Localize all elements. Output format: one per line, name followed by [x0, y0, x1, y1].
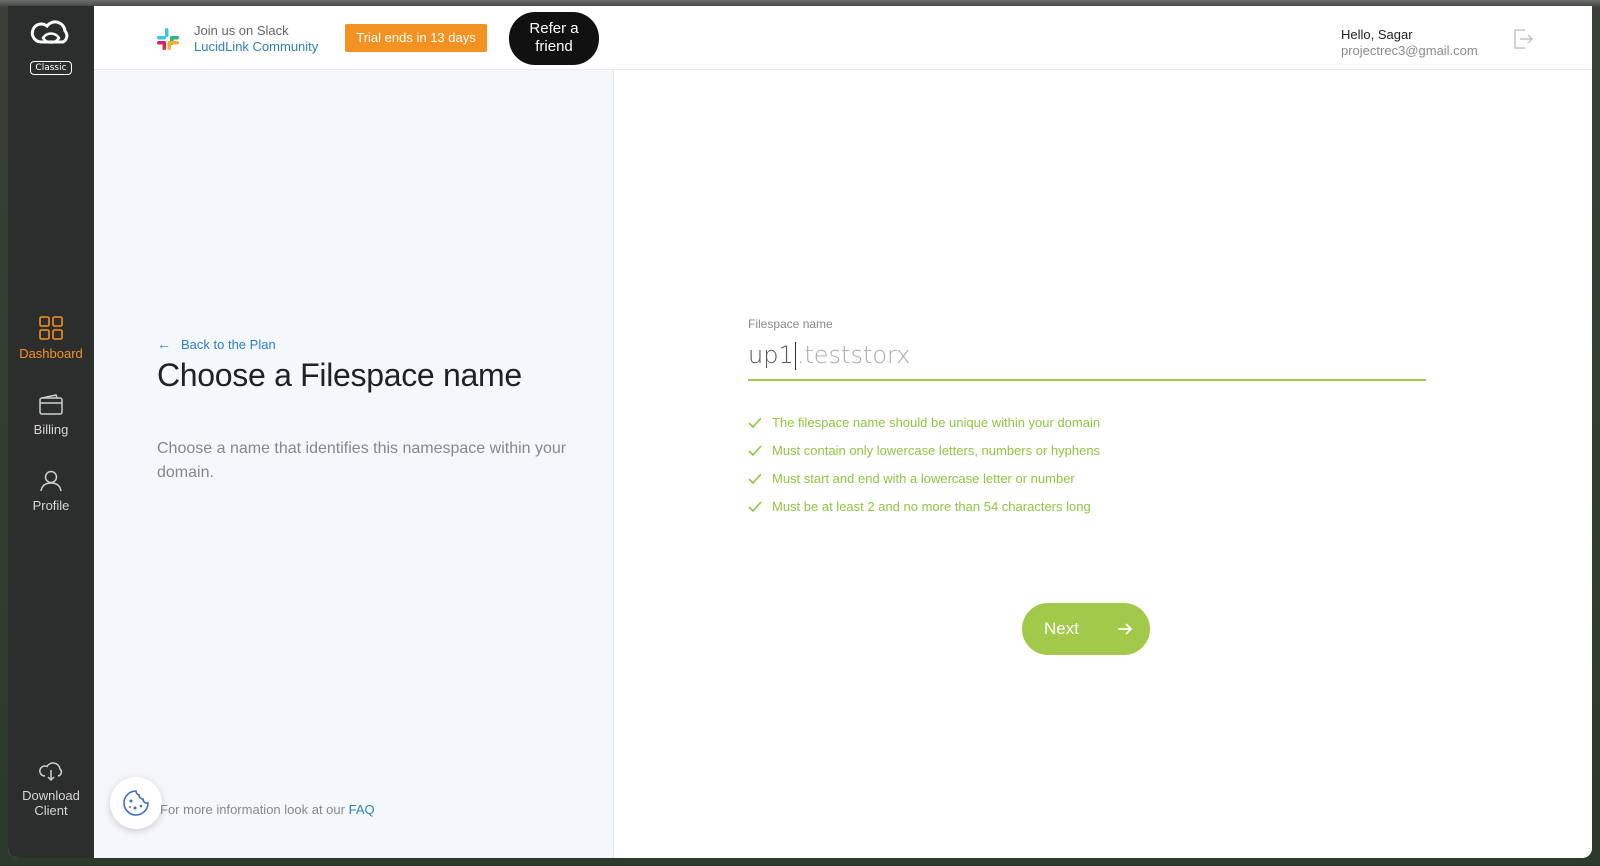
rule-text: Must start and end with a lowercase lett… [772, 471, 1075, 486]
download-label-line1: Download [22, 788, 80, 803]
back-to-plan-link[interactable]: ← Back to the Plan [157, 336, 276, 352]
sidebar-item-label: Profile [32, 498, 70, 513]
arrow-right-icon [1118, 623, 1133, 635]
filespace-name-label: Filespace name [748, 317, 833, 331]
rule-text: Must be at least 2 and no more than 54 c… [772, 499, 1091, 514]
sidebar-item-profile[interactable]: Profile [8, 470, 94, 513]
wallet-icon [39, 394, 63, 415]
check-icon [748, 417, 762, 429]
sidebar-item-billing[interactable]: Billing [8, 394, 94, 437]
text-caret [794, 342, 796, 370]
filespace-name-input[interactable]: up1 .teststorx [748, 335, 1426, 381]
user-info: Hello, Sagar projectrec3@gmail.com [1341, 27, 1478, 59]
list-item: Must contain only lowercase letters, num… [748, 437, 1100, 465]
trial-badge: Trial ends in 13 days [345, 24, 487, 52]
rule-text: The filespace name should be unique with… [772, 415, 1101, 430]
slack-community-link[interactable]: Join us on Slack LucidLink Community [194, 23, 318, 55]
form-panel: Filespace name up1 .teststorx The filespa… [614, 70, 1592, 858]
info-panel: ← Back to the Plan Choose a Filespace na… [94, 70, 614, 858]
list-item: Must be at least 2 and no more than 54 c… [748, 493, 1100, 521]
refer-line1: Refer a [529, 20, 579, 37]
lucidlink-logo[interactable]: Classic [26, 12, 76, 78]
download-label-line2: Client [34, 803, 68, 818]
download-client-button[interactable]: Download Client [8, 760, 94, 818]
next-label: Next [1044, 619, 1079, 638]
check-icon [748, 445, 762, 457]
sidebar-item-label: Billing [33, 422, 69, 437]
user-email: projectrec3@gmail.com [1341, 43, 1478, 58]
back-link-label: Back to the Plan [181, 336, 276, 352]
refer-friend-button[interactable]: Refer a friend [509, 12, 599, 65]
sidebar-item-dashboard[interactable]: Dashboard [8, 316, 94, 361]
slack-community-name[interactable]: LucidLink Community [194, 39, 318, 55]
cookie-settings-button[interactable] [110, 777, 162, 829]
logo-badge: Classic [30, 61, 72, 75]
sidebar: Classic Dashboard Billing Profile Downlo… [8, 6, 94, 858]
app-window: Classic Dashboard Billing Profile Downlo… [8, 6, 1592, 858]
grid-icon [39, 316, 63, 340]
main-area: Join us on Slack LucidLink Community Tri… [94, 6, 1592, 858]
list-item: Must start and end with a lowercase lett… [748, 465, 1100, 493]
cookie-icon [123, 790, 149, 816]
user-icon [40, 470, 62, 492]
validation-rules: The filespace name should be unique with… [748, 409, 1100, 521]
rule-text: Must contain only lowercase letters, num… [772, 443, 1101, 458]
check-icon [748, 473, 762, 485]
user-greeting: Hello, Sagar [1341, 27, 1413, 42]
next-button[interactable]: Next [1022, 603, 1150, 655]
page-description: Choose a name that identifies this names… [157, 440, 567, 481]
page-title: Choose a Filespace name [157, 357, 522, 393]
faq-prefix: For more information look at our [160, 802, 345, 817]
arrow-left-icon: ← [157, 336, 171, 352]
slack-icon[interactable] [156, 27, 180, 51]
cloud-logo-icon [30, 20, 69, 44]
slack-join-text: Join us on Slack [194, 23, 289, 38]
cloud-download-icon [39, 762, 63, 782]
list-item: The filespace name should be unique with… [748, 409, 1100, 437]
top-bar: Join us on Slack LucidLink Community Tri… [94, 6, 1592, 70]
check-icon [748, 501, 762, 513]
faq-link[interactable]: FAQ [349, 802, 375, 817]
refer-line2: friend [535, 38, 573, 55]
filespace-domain-suffix: .teststorx [796, 341, 911, 369]
sidebar-item-label: Dashboard [19, 346, 83, 361]
filespace-name-value: up1 [748, 341, 794, 369]
faq-note: For more information look at our FAQ [160, 802, 375, 817]
logout-icon[interactable] [1512, 28, 1534, 50]
